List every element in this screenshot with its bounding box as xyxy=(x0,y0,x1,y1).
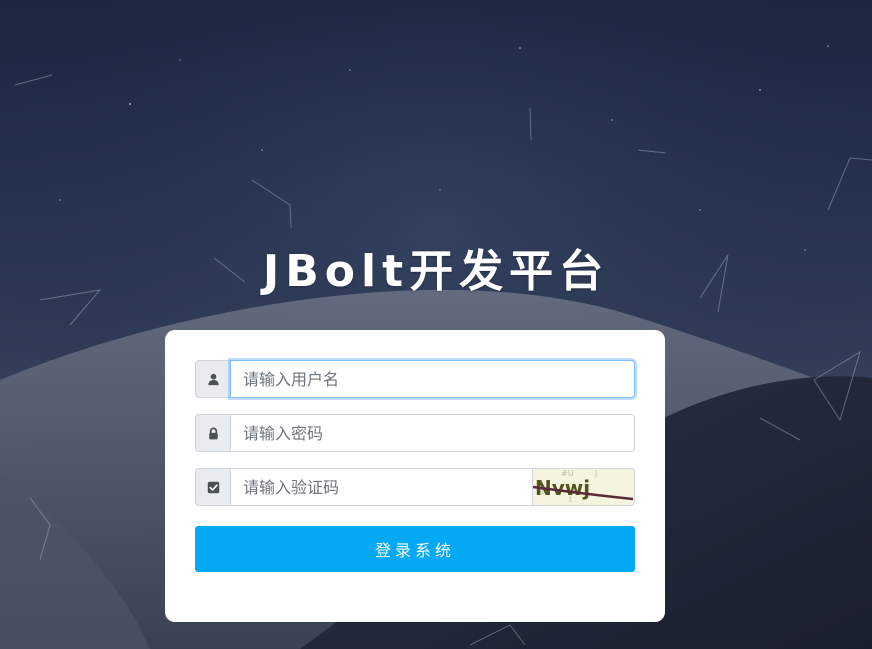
password-row xyxy=(195,414,635,452)
login-button[interactable]: 登录系统 xyxy=(195,526,635,572)
username-input[interactable] xyxy=(230,360,635,398)
login-card: #U J t t Nvwj 登录系统 xyxy=(165,330,665,622)
captcha-input[interactable] xyxy=(230,468,533,506)
svg-text:J: J xyxy=(594,469,597,478)
password-input[interactable] xyxy=(230,414,635,452)
app-title: JBolt开发平台 xyxy=(262,246,610,297)
login-page: JBolt开发平台 #U J xyxy=(0,0,872,649)
lock-icon xyxy=(195,414,230,452)
captcha-image[interactable]: #U J t t Nvwj xyxy=(533,468,635,506)
user-icon xyxy=(195,360,230,398)
username-row xyxy=(195,360,635,398)
captcha-row: #U J t t Nvwj xyxy=(195,468,635,506)
checkbox-icon xyxy=(195,468,230,506)
